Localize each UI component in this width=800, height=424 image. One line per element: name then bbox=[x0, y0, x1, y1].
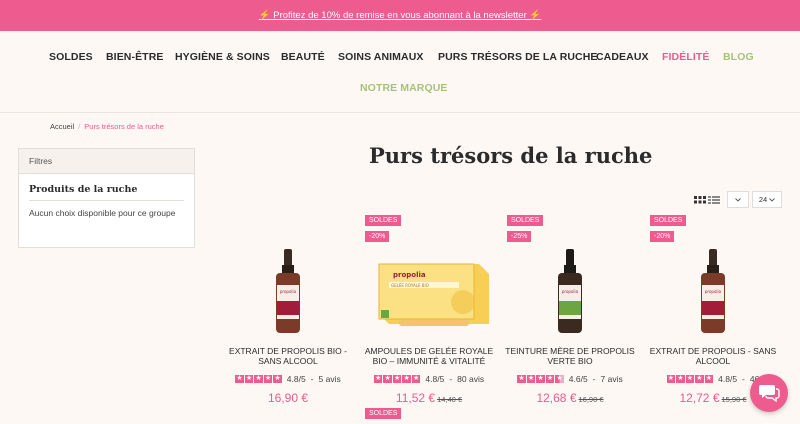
nav-item-soldes[interactable]: SOLDES bbox=[49, 51, 93, 63]
filters-panel: Filtres Produits de la ruche Aucun choix… bbox=[18, 148, 195, 248]
breadcrumb: Accueil / Purs trésors de la ruche bbox=[50, 122, 164, 131]
rating-separator: - bbox=[310, 374, 314, 384]
price-current: 12,68 € bbox=[536, 391, 577, 405]
svg-text:propolia: propolia bbox=[393, 271, 426, 279]
nav-item-cadeaux[interactable]: CADEAUX bbox=[596, 51, 649, 63]
nav-item-soins-animaux[interactable]: SOINS ANIMAUX bbox=[338, 51, 424, 63]
filters-header: Filtres bbox=[19, 149, 194, 174]
grid-view-icon[interactable] bbox=[694, 196, 706, 204]
rating-separator: - bbox=[742, 374, 745, 384]
sort-select[interactable] bbox=[727, 191, 749, 208]
promo-banner[interactable]: ⚡ Profitez de 10% de remise en vous abon… bbox=[0, 0, 800, 31]
price-old: 15,90 € bbox=[721, 395, 747, 404]
breadcrumb-separator: / bbox=[78, 122, 81, 131]
nav-item-beaute[interactable]: BEAUTÉ bbox=[281, 51, 325, 63]
nav-item-purs-tresors[interactable]: PURS TRÉSORS DE LA RUCHE bbox=[438, 51, 598, 63]
breadcrumb-home[interactable]: Accueil bbox=[50, 122, 74, 131]
review-count: 5 avis bbox=[318, 374, 341, 384]
promo-text[interactable]: ⚡ Profitez de 10% de remise en vous abon… bbox=[259, 10, 541, 21]
main-nav: SOLDES BIEN-ÊTRE HYGIÈNE & SOINS BEAUTÉ … bbox=[0, 31, 800, 112]
nav-item-blog[interactable]: BLOG bbox=[723, 51, 754, 63]
product-image[interactable]: propolia bbox=[218, 236, 358, 346]
rating-stars: ★ ★ ★ ★ ★ bbox=[373, 374, 421, 384]
per-page-select[interactable]: 24 bbox=[752, 191, 782, 208]
rating-separator: - bbox=[449, 374, 453, 384]
svg-text:propolia: propolia bbox=[705, 289, 722, 294]
chevron-down-icon bbox=[769, 197, 775, 202]
product-rating: ★ ★ ★ ★ ★ 4.8/5 - 5 avis bbox=[218, 374, 358, 384]
product-card[interactable]: SOLDES -20% propolia GELÉE ROYALE BIO Am… bbox=[359, 214, 499, 424]
svg-text:propolia: propolia bbox=[280, 289, 297, 294]
product-name[interactable]: Extrait de propolis - sans alcool bbox=[643, 346, 783, 366]
rating-stars: ★ ★ ★ ★ ★ bbox=[666, 374, 714, 384]
product-price: 11,52 €14,40 € bbox=[359, 391, 499, 405]
nav-item-notre-marque[interactable]: NOTRE MARQUE bbox=[360, 82, 448, 94]
price-current: 16,90 € bbox=[267, 391, 309, 405]
product-card[interactable]: propolia Extrait de propolis bio - sans … bbox=[218, 214, 358, 424]
sale-badge: SOLDES bbox=[365, 408, 402, 419]
sale-badge: SOLDES bbox=[365, 215, 402, 226]
sale-badge: SOLDES bbox=[507, 215, 544, 226]
product-image[interactable]: propolia bbox=[643, 236, 783, 346]
svg-text:GELÉE ROYALE BIO: GELÉE ROYALE BIO bbox=[391, 283, 429, 288]
product-card[interactable]: SOLDES -25% propolia Teinture mère de pr… bbox=[500, 214, 640, 424]
svg-text:propolia: propolia bbox=[562, 289, 579, 294]
product-name[interactable]: Teinture mère de propolis verte bio bbox=[500, 346, 640, 366]
rating-stars: ★ ★ ★ ★ ★ bbox=[517, 374, 564, 384]
sale-badge: SOLDES bbox=[650, 215, 687, 226]
filter-group-title: Produits de la ruche bbox=[29, 184, 184, 201]
rating-value: 4.6/5 bbox=[568, 374, 588, 384]
rating-stars: ★ ★ ★ ★ ★ bbox=[235, 374, 282, 384]
list-view-icon[interactable] bbox=[708, 196, 720, 204]
review-count: 7 avis bbox=[600, 374, 623, 384]
chat-button[interactable] bbox=[750, 374, 788, 412]
nav-item-bien-etre[interactable]: BIEN-ÊTRE bbox=[106, 51, 164, 63]
rating-value: 4.8/5 bbox=[286, 374, 306, 384]
product-rating: ★ ★ ★ ★ ★ 4.6/5 - 7 avis bbox=[500, 374, 640, 384]
rating-separator: - bbox=[592, 374, 596, 384]
chat-icon bbox=[759, 385, 780, 403]
header-divider bbox=[0, 112, 800, 113]
page-title: Purs trésors de la ruche bbox=[369, 143, 653, 168]
price-current: 12,72 € bbox=[679, 391, 720, 405]
product-name[interactable]: Extrait de propolis bio - sans alcool bbox=[218, 346, 358, 366]
product-rating: ★ ★ ★ ★ ★ 4.8/5 - 80 avis bbox=[359, 374, 499, 384]
rating-value: 4.8/5 bbox=[718, 374, 738, 384]
per-page-value: 24 bbox=[758, 195, 768, 204]
chevron-down-icon bbox=[735, 197, 741, 202]
nav-item-hygiene-soins[interactable]: HYGIÈNE & SOINS bbox=[175, 51, 270, 63]
breadcrumb-current[interactable]: Purs trésors de la ruche bbox=[84, 122, 164, 131]
product-name[interactable]: Ampoules de gelée royale bio – Immunité … bbox=[359, 346, 499, 366]
review-count: 80 avis bbox=[457, 374, 485, 384]
nav-item-fidelite[interactable]: FIDÉLITÉ bbox=[662, 51, 709, 63]
filter-empty-text: Aucun choix disponible pour ce groupe bbox=[29, 208, 176, 218]
price-old: 16,90 € bbox=[578, 395, 604, 404]
rating-value: 4.8/5 bbox=[425, 374, 445, 384]
product-price: 12,68 €16,90 € bbox=[500, 391, 640, 405]
price-old: 14,40 € bbox=[437, 395, 463, 404]
price-current: 11,52 € bbox=[395, 391, 436, 405]
product-image[interactable]: propolia bbox=[500, 236, 640, 346]
product-image[interactable]: propolia GELÉE ROYALE BIO bbox=[359, 236, 499, 346]
product-price: 16,90 € bbox=[218, 391, 358, 405]
